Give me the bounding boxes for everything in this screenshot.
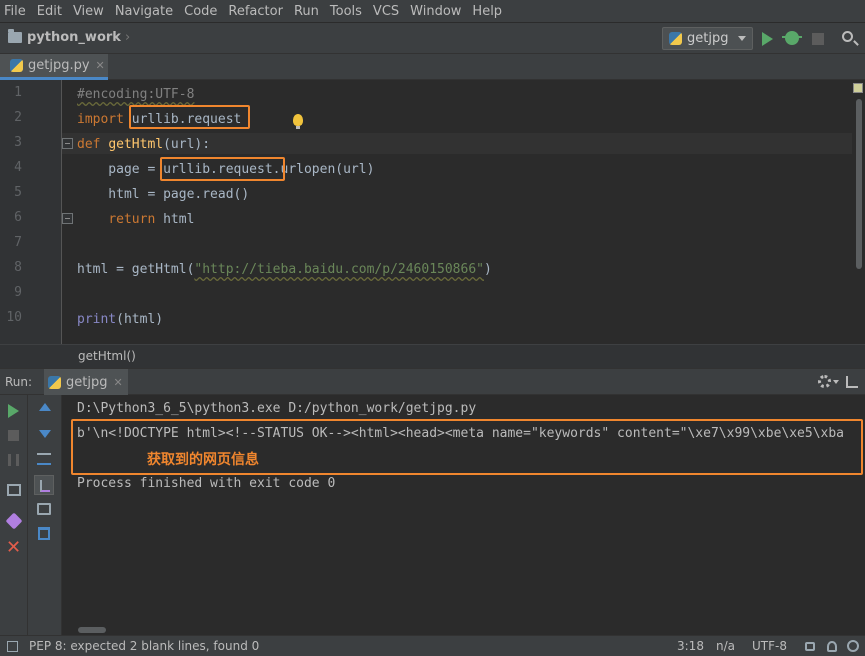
highlight-box-urlopen (160, 157, 285, 181)
line-number: 5 (14, 185, 22, 200)
menu-view[interactable]: View (73, 4, 104, 19)
status-message: PEP 8: expected 2 blank lines, found 0 (29, 639, 260, 653)
run-configuration-select[interactable]: getjpg (662, 27, 753, 50)
editor-breadcrumb: getHtml() (0, 344, 865, 368)
search-icon[interactable] (842, 31, 853, 42)
menu-tools[interactable]: Tools (330, 4, 362, 19)
python-icon (48, 376, 61, 389)
line-number: 1 (14, 85, 22, 100)
run-icon[interactable] (762, 32, 773, 46)
python-file-icon (10, 59, 23, 72)
rerun-icon[interactable] (8, 404, 19, 418)
menu-file[interactable]: File (4, 4, 26, 19)
run-tab-label: getjpg (66, 375, 108, 390)
run-panel-label: Run: (5, 375, 33, 389)
scrollbar-thumb[interactable] (856, 99, 862, 269)
menu-help[interactable]: Help (472, 4, 502, 19)
editor-tab-bar: getjpg.py ✕ (0, 54, 865, 80)
menu-run[interactable]: Run (294, 4, 319, 19)
line-number: 4 (14, 160, 22, 175)
menu-edit[interactable]: Edit (37, 4, 62, 19)
line-number: 6 (14, 210, 22, 225)
scroll-to-end-icon[interactable] (34, 475, 54, 495)
print-icon[interactable] (37, 503, 51, 515)
menu-code[interactable]: Code (184, 4, 217, 19)
gear-icon[interactable] (818, 375, 831, 388)
trash-icon[interactable] (38, 527, 50, 540)
run-console[interactable]: D:\Python3_6_5\python3.exe D:/python_wor… (62, 395, 865, 635)
fold-icon[interactable] (62, 213, 73, 224)
arrow-down-icon[interactable] (39, 430, 51, 438)
minimize-icon[interactable] (846, 376, 858, 388)
run-configuration-label: getjpg (687, 31, 729, 46)
soft-wrap-icon[interactable] (37, 453, 51, 465)
restore-layout-icon[interactable] (7, 484, 21, 496)
inspection-status-icon (853, 83, 863, 93)
editor-scrollbar[interactable] (853, 83, 863, 341)
navigation-bar: python_work › getjpg (0, 22, 865, 54)
project-breadcrumb[interactable]: python_work › (8, 29, 131, 45)
console-line: D:\Python3_6_5\python3.exe D:/python_wor… (77, 401, 477, 416)
close-icon[interactable]: ✕ (113, 376, 122, 389)
highlight-box-import (129, 105, 250, 129)
menu-vcs[interactable]: VCS (373, 4, 399, 19)
run-toolbar-primary: ✕ (0, 395, 28, 635)
tab-getjpg-py[interactable]: getjpg.py ✕ (0, 54, 108, 80)
annotation-label: 获取到的网页信息 (147, 452, 259, 468)
breadcrumb-function[interactable]: getHtml() (78, 349, 136, 363)
line-number: 7 (14, 235, 22, 250)
line-number: 10 (6, 310, 22, 325)
lightbulb-icon[interactable] (293, 114, 303, 129)
menu-navigate[interactable]: Navigate (115, 4, 173, 19)
arrow-up-icon[interactable] (39, 403, 51, 411)
code-line: return html (108, 212, 195, 227)
lock-icon[interactable] (805, 642, 815, 651)
run-toolbar-secondary (28, 395, 62, 635)
chevron-down-icon (738, 36, 746, 41)
debug-icon[interactable] (782, 31, 802, 45)
stop-icon[interactable] (812, 33, 824, 45)
console-line: Process finished with exit code 0 (77, 476, 336, 491)
tab-run-getjpg[interactable]: getjpg ✕ (44, 369, 128, 396)
menu-bar: File Edit View Navigate Code Refactor Ru… (0, 0, 865, 22)
console-scrollbar-thumb[interactable] (78, 627, 106, 633)
close-icon[interactable]: ✕ (6, 537, 21, 558)
code-line: html = getHtml("http://tieba.baidu.com/p… (77, 262, 492, 277)
file-encoding[interactable]: UTF-8 (752, 639, 787, 653)
code-line: def getHtml(url): (77, 137, 211, 152)
folder-icon (8, 29, 22, 43)
menu-window[interactable]: Window (410, 4, 461, 19)
line-number: 2 (14, 110, 22, 125)
code-line: print(html) (77, 312, 164, 327)
code-line: #encoding:UTF-8 (77, 87, 195, 102)
menu-refactor[interactable]: Refactor (228, 4, 283, 19)
line-number: 9 (14, 285, 22, 300)
line-number: 3 (14, 135, 22, 150)
line-separator[interactable]: n/a (716, 639, 735, 653)
chevron-right-icon: › (124, 30, 131, 45)
fold-icon[interactable] (62, 138, 73, 149)
project-name: python_work (27, 30, 121, 45)
python-icon (669, 32, 682, 45)
person-icon[interactable] (827, 641, 837, 652)
chevron-down-icon[interactable] (833, 380, 839, 384)
inspector-icon[interactable] (847, 640, 859, 652)
tab-label: getjpg.py (28, 58, 90, 73)
stop-icon[interactable] (8, 430, 19, 441)
tool-windows-icon[interactable] (7, 641, 18, 652)
code-editor[interactable]: 1 2 3 4 5 6 7 8 9 10 #encoding:UTF-8 imp… (0, 80, 865, 344)
line-number: 8 (14, 260, 22, 275)
code-line: html = page.read() (77, 187, 250, 202)
caret-position[interactable]: 3:18 (677, 639, 704, 653)
status-bar: PEP 8: expected 2 blank lines, found 0 3… (0, 635, 865, 656)
close-icon[interactable]: ✕ (96, 59, 105, 72)
pin-icon[interactable] (5, 512, 23, 530)
pause-icon[interactable] (8, 454, 19, 466)
run-panel-header: Run: getjpg ✕ (0, 368, 865, 396)
